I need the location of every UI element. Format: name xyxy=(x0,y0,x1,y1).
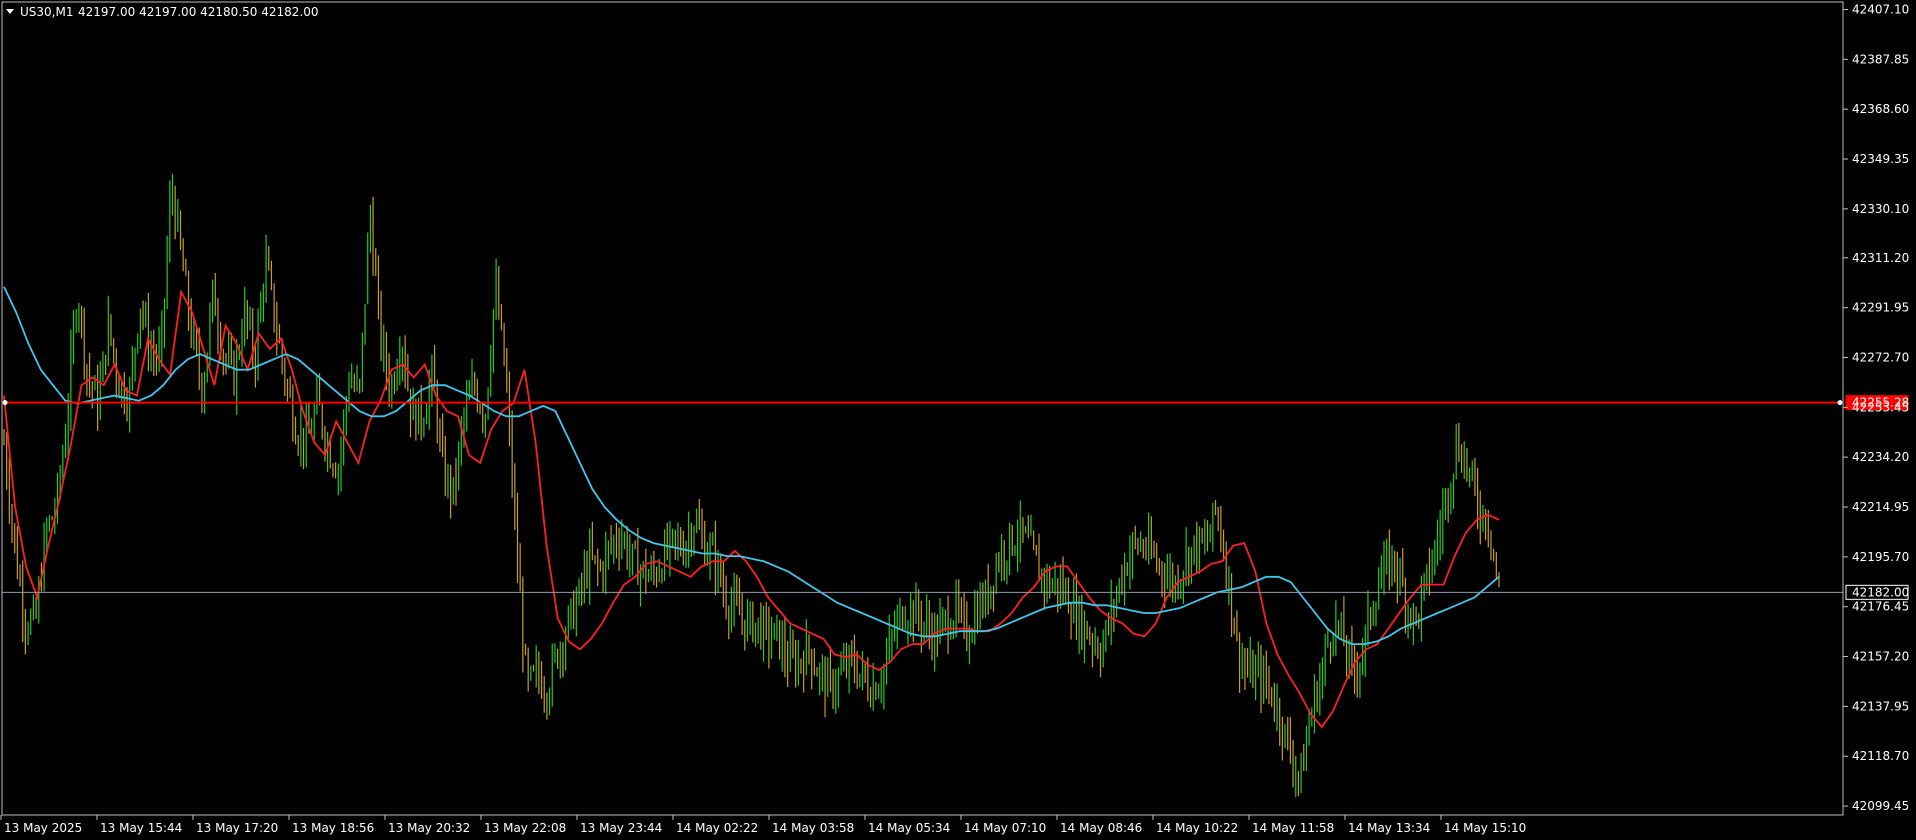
time-tick-label: 14 May 07:10 xyxy=(964,821,1046,835)
symbol-label[interactable]: US30,M1 xyxy=(20,5,73,19)
price-tick-label: 42176.45 xyxy=(1852,600,1909,614)
price-chart[interactable]: 42255.2842182.00 42407.10 42387.85 42368.6… xyxy=(0,0,1916,840)
level-line-handle[interactable] xyxy=(2,400,8,406)
price-tick-label: 42387.85 xyxy=(1852,52,1909,66)
price-tick-label: 42195.70 xyxy=(1852,550,1909,564)
price-tick-label: 42157.20 xyxy=(1852,650,1909,664)
horizontal-lines[interactable]: 42255.2842182.00 xyxy=(2,395,1909,600)
time-tick-label: 13 May 2025 xyxy=(4,821,82,835)
time-tick-label: 13 May 23:44 xyxy=(580,821,662,835)
price-tick-label: 42234.20 xyxy=(1852,450,1909,464)
level-line-handle[interactable] xyxy=(1837,400,1843,406)
time-tick-label: 14 May 13:34 xyxy=(1348,821,1430,835)
bid-price-label: 42182.00 xyxy=(1852,585,1909,599)
price-tick-label: 42368.60 xyxy=(1852,102,1909,116)
price-tick-label: 42330.10 xyxy=(1852,202,1909,216)
price-tick-label: 42311.20 xyxy=(1852,251,1909,265)
chart-frame xyxy=(1,1,1844,816)
time-tick-label: 14 May 15:10 xyxy=(1444,821,1526,835)
price-tick-label: 42349.35 xyxy=(1852,152,1909,166)
time-tick-label: 13 May 18:56 xyxy=(292,821,374,835)
candle-series xyxy=(3,173,1500,798)
time-tick-label: 14 May 05:34 xyxy=(868,821,950,835)
dropdown-arrow-icon[interactable] xyxy=(6,9,14,14)
time-tick-label: 13 May 22:08 xyxy=(484,821,566,835)
time-tick-label: 14 May 10:22 xyxy=(1156,821,1238,835)
time-tick-label: 13 May 17:20 xyxy=(196,821,278,835)
ohlc-readout: 42197.00 42197.00 42180.50 42182.00 xyxy=(78,5,318,19)
time-tick-label: 14 May 08:46 xyxy=(1060,821,1142,835)
price-tick-label: 42272.70 xyxy=(1852,350,1909,364)
time-axis[interactable]: 13 May 2025 13 May 15:44 13 May 17:20 13 Ma… xyxy=(0,815,1526,835)
price-tick-label: 42214.95 xyxy=(1852,500,1909,514)
time-tick-label: 14 May 02:22 xyxy=(676,821,758,835)
time-tick-label: 13 May 15:44 xyxy=(100,821,182,835)
price-axis[interactable]: 42407.10 42387.85 42368.60 42349.35 42330.10… xyxy=(1843,3,1909,814)
time-tick-label: 14 May 11:58 xyxy=(1252,821,1334,835)
price-tick-label: 42118.70 xyxy=(1852,749,1909,763)
price-tick-label: 42407.10 xyxy=(1852,3,1909,17)
price-tick-label: 42137.95 xyxy=(1852,699,1909,713)
price-tick-label: 42291.95 xyxy=(1852,301,1909,315)
time-tick-label: 14 May 03:58 xyxy=(772,821,854,835)
time-tick-label: 13 May 20:32 xyxy=(388,821,470,835)
price-tick-label: 42099.45 xyxy=(1852,799,1909,813)
price-tick-label: 42253.45 xyxy=(1852,400,1909,414)
chart-header: US30,M1 42197.00 42197.00 42180.50 42182… xyxy=(6,5,318,19)
